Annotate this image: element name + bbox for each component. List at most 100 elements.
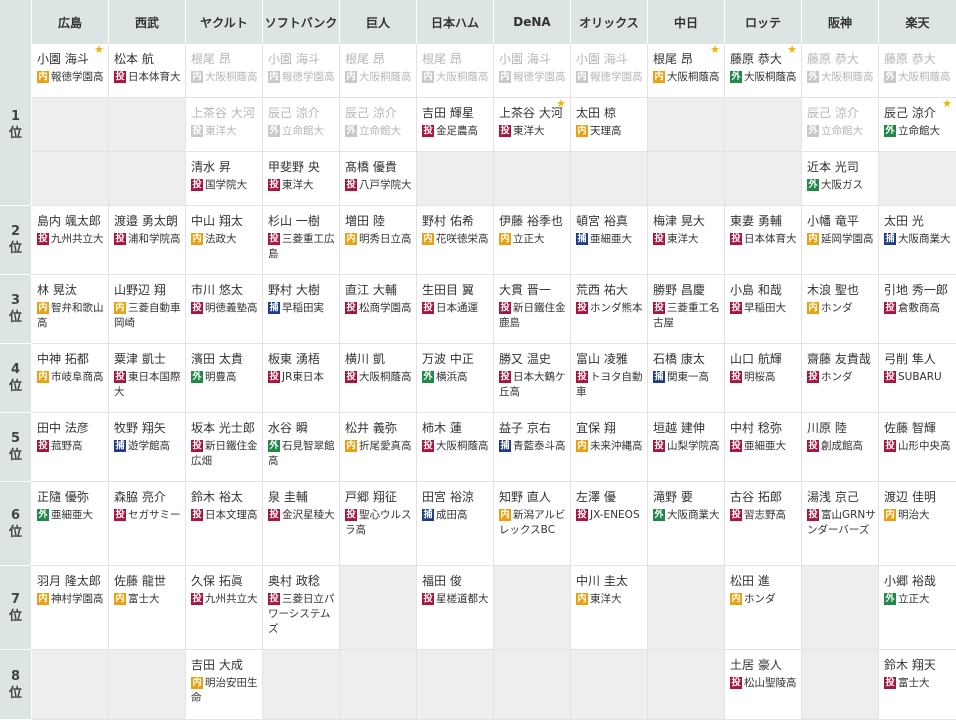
player-name: 梅津 晃大	[653, 214, 705, 228]
school-name: 大阪桐蔭高	[359, 71, 412, 83]
position-badge: 捕	[884, 233, 896, 245]
player-affiliation: 投日本大鶴ケ丘高	[499, 370, 568, 400]
player-name: 益子 京右	[499, 421, 551, 435]
player-name: 板東 湧梧	[268, 352, 320, 366]
school-name: 市岐阜商高	[51, 371, 104, 383]
player-name: 湯浅 京己	[807, 490, 859, 504]
player-affiliation: 外明豊高	[191, 370, 260, 385]
star-icon: ★	[94, 44, 104, 56]
position-badge: 投	[191, 125, 203, 137]
player-affiliation: 内富士大	[114, 592, 183, 607]
draft-pick-cell: 甲斐野 央投東洋大	[263, 152, 340, 206]
player-affiliation: 外立正大	[884, 592, 954, 607]
draft-pick-cell: 勝又 温史投日本大鶴ケ丘高	[494, 344, 571, 413]
position-badge: 投	[191, 440, 203, 452]
round-unit: 位	[8, 125, 22, 141]
draft-pick-cell: 鈴木 裕太投日本文理高	[186, 482, 263, 566]
position-badge: 内	[422, 71, 434, 83]
draft-pick-cell: 湯浅 京己投富山GRNサンダーバーズ	[802, 482, 879, 566]
position-badge: 外	[268, 125, 280, 137]
school-name: SUBARU	[898, 371, 942, 383]
draft-pick-cell: 小園 海斗内報徳学園高	[494, 44, 571, 98]
player-name: 根尾 昂	[345, 52, 385, 66]
empty-cell	[417, 650, 494, 720]
player-name: 甲斐野 央	[268, 160, 320, 174]
player-name: 滝野 要	[653, 490, 693, 504]
position-badge: 外	[730, 71, 742, 83]
draft-pick-cell: 山口 航輝投明桜高	[725, 344, 802, 413]
position-badge: 投	[499, 125, 511, 137]
team-header: 日本ハム	[417, 0, 494, 44]
position-badge: 投	[422, 125, 434, 137]
draft-pick-cell: 齋藤 友貴哉投ホンダ	[802, 344, 879, 413]
position-badge: 投	[37, 233, 49, 245]
player-name: 伊藤 裕季也	[499, 214, 563, 228]
draft-pick-cell: 水谷 瞬外石見智翠館高	[263, 413, 340, 482]
player-affiliation: 外立命館大	[345, 124, 414, 139]
player-affiliation: 投東日本国際大	[114, 370, 183, 400]
draft-pick-cell: 梅津 晃大投東洋大	[648, 206, 725, 275]
team-header: DeNA	[494, 0, 571, 44]
player-name: 古谷 拓郎	[730, 490, 782, 504]
draft-pick-cell: 太田 光捕大阪商業大	[879, 206, 956, 275]
player-affiliation: 投九州共立大	[37, 232, 106, 247]
position-badge: 投	[191, 593, 203, 605]
player-affiliation: 内大阪桐蔭高	[345, 70, 414, 85]
player-name: 佐藤 龍世	[114, 574, 166, 588]
position-badge: 内	[807, 302, 819, 314]
position-badge: 内	[114, 593, 126, 605]
player-name: 鈴木 翔天	[884, 658, 936, 672]
school-name: 大阪桐蔭高	[821, 71, 874, 83]
draft-pick-cell: 粟津 凱士投東日本国際大	[109, 344, 186, 413]
draft-pick-cell: 中神 拓都内市岐阜商高	[32, 344, 109, 413]
player-affiliation: 投日本体育大	[730, 232, 799, 247]
star-icon: ★	[942, 98, 952, 110]
player-name: 太田 光	[884, 214, 924, 228]
player-name: 木浪 聖也	[807, 283, 859, 297]
draft-pick-cell: 中山 翔太内法政大	[186, 206, 263, 275]
draft-pick-cell: 直江 大輔投松商学園高	[340, 275, 417, 344]
player-name: 正隨 優弥	[37, 490, 89, 504]
school-name: 山梨学院高	[667, 440, 720, 452]
draft-pick-cell: 頓宮 裕真捕亜細亜大	[571, 206, 648, 275]
player-affiliation: 投星槎道都大	[422, 592, 491, 607]
school-name: 九州共立大	[205, 593, 258, 605]
draft-pick-cell: 宜保 翔内未来沖縄高	[571, 413, 648, 482]
draft-pick-cell: 濱田 太貴外明豊高	[186, 344, 263, 413]
draft-pick-cell: 川原 陸投創成館高	[802, 413, 879, 482]
empty-cell	[109, 98, 186, 152]
player-affiliation: 投明桜高	[730, 370, 799, 385]
school-name: 立命館大	[282, 125, 324, 137]
school-name: 明桜高	[744, 371, 776, 383]
draft-results-table: 広島 西武 ヤクルト ソフトバンク 巨人 日本ハム DeNA オリックス 中日 …	[0, 0, 956, 720]
draft-pick-cell: 松井 義弥内折尾愛真高	[340, 413, 417, 482]
position-badge: 内	[345, 71, 357, 83]
player-name: 勝野 昌慶	[653, 283, 705, 297]
player-name: 市川 悠太	[191, 283, 243, 297]
draft-pick-cell: 久保 拓眞投九州共立大	[186, 566, 263, 650]
player-affiliation: 外立命館大	[807, 124, 876, 139]
player-affiliation: 内法政大	[191, 232, 260, 247]
empty-cell	[571, 152, 648, 206]
school-name: 亜細亜大	[744, 440, 786, 452]
position-badge: 外	[807, 179, 819, 191]
school-name: 明秀日立高	[359, 233, 412, 245]
empty-cell	[571, 650, 648, 720]
player-affiliation: 外大阪商業大	[653, 508, 722, 523]
school-name: ホンダ	[821, 371, 853, 383]
position-badge: 投	[345, 371, 357, 383]
position-badge: 内	[576, 125, 588, 137]
player-affiliation: 捕早稲田実	[268, 301, 337, 316]
position-badge: 投	[191, 179, 203, 191]
school-name: 大阪桐蔭高	[205, 71, 258, 83]
player-affiliation: 投山形中央高	[884, 439, 954, 454]
round-unit: 位	[8, 448, 22, 463]
round-number: 6	[10, 507, 21, 523]
position-badge: 捕	[114, 440, 126, 452]
draft-pick-cell: 根尾 昂内大阪桐蔭高 ★	[648, 44, 725, 98]
player-affiliation: 外横浜高	[422, 370, 491, 385]
position-badge: 外	[807, 71, 819, 83]
player-affiliation: 投 SUBARU	[884, 370, 954, 385]
position-badge: 内	[499, 71, 511, 83]
draft-pick-cell: 羽月 隆太郎内神村学園高	[32, 566, 109, 650]
